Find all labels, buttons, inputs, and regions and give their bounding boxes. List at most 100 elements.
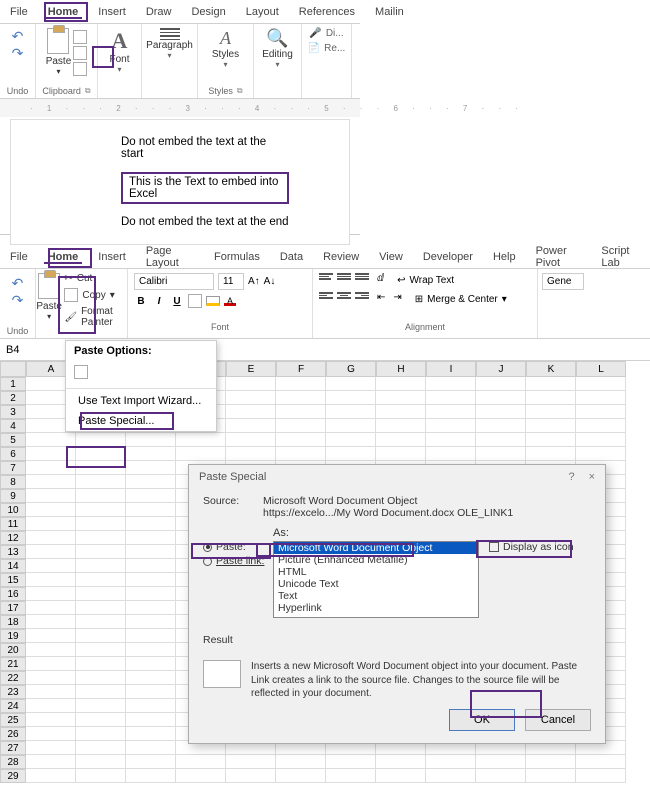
cell[interactable] bbox=[76, 447, 126, 461]
cell[interactable] bbox=[476, 769, 526, 783]
cell[interactable] bbox=[376, 433, 426, 447]
cell[interactable] bbox=[126, 671, 176, 685]
redo-icon[interactable]: ↷ bbox=[12, 292, 24, 309]
cell[interactable] bbox=[26, 671, 76, 685]
cell[interactable] bbox=[126, 727, 176, 741]
text-import-wizard-item[interactable]: Use Text Import Wizard... bbox=[66, 391, 216, 411]
tab-insert[interactable]: Insert bbox=[88, 6, 136, 18]
cell[interactable] bbox=[226, 447, 276, 461]
underline-button[interactable]: U bbox=[170, 296, 184, 307]
cell[interactable] bbox=[126, 489, 176, 503]
copy-button[interactable]: Copy ▾ bbox=[64, 288, 125, 302]
row-header[interactable]: 14 bbox=[0, 559, 26, 573]
cell[interactable] bbox=[26, 685, 76, 699]
col-header[interactable]: K bbox=[526, 361, 576, 377]
tab-page-layout[interactable]: Page Layout bbox=[136, 245, 204, 269]
cell[interactable] bbox=[526, 391, 576, 405]
cell[interactable] bbox=[526, 755, 576, 769]
merge-center-button[interactable]: ⊞Merge & Center ▾ bbox=[410, 292, 512, 307]
cell[interactable] bbox=[76, 433, 126, 447]
tab-design[interactable]: Design bbox=[181, 6, 235, 18]
tab-home[interactable]: Home bbox=[38, 6, 89, 18]
cell[interactable] bbox=[26, 699, 76, 713]
cell[interactable] bbox=[176, 755, 226, 769]
cell[interactable] bbox=[526, 377, 576, 391]
cell[interactable] bbox=[576, 377, 626, 391]
cell[interactable] bbox=[26, 531, 76, 545]
cell[interactable] bbox=[226, 377, 276, 391]
cancel-button[interactable]: Cancel bbox=[525, 709, 591, 731]
cell[interactable] bbox=[376, 769, 426, 783]
cell[interactable] bbox=[276, 391, 326, 405]
cell[interactable] bbox=[76, 517, 126, 531]
paste-radio[interactable]: Paste: bbox=[203, 541, 267, 553]
chevron-down-icon[interactable]: ▾ bbox=[275, 60, 279, 69]
cell[interactable] bbox=[326, 433, 376, 447]
cell[interactable] bbox=[126, 685, 176, 699]
cell[interactable] bbox=[176, 433, 226, 447]
cell[interactable] bbox=[76, 545, 126, 559]
indent-decrease-icon[interactable]: ⇤ bbox=[377, 292, 385, 307]
tab-view[interactable]: View bbox=[369, 251, 413, 263]
document-area[interactable]: Do not embed the text at the start This … bbox=[10, 119, 350, 245]
row-header[interactable]: 18 bbox=[0, 615, 26, 629]
cell[interactable] bbox=[426, 769, 476, 783]
reuse-icon[interactable]: 📄 bbox=[308, 43, 320, 54]
row-header[interactable]: 4 bbox=[0, 419, 26, 433]
row-header[interactable]: 23 bbox=[0, 685, 26, 699]
cell[interactable] bbox=[426, 755, 476, 769]
cell[interactable] bbox=[26, 517, 76, 531]
align-bottom-icon[interactable] bbox=[355, 273, 369, 288]
cell[interactable] bbox=[276, 377, 326, 391]
cell[interactable] bbox=[426, 419, 476, 433]
cell[interactable] bbox=[126, 629, 176, 643]
row-header[interactable]: 10 bbox=[0, 503, 26, 517]
cell[interactable] bbox=[26, 545, 76, 559]
col-header[interactable]: J bbox=[476, 361, 526, 377]
row-header[interactable]: 29 bbox=[0, 769, 26, 783]
increase-font-icon[interactable]: A↑ bbox=[248, 276, 260, 287]
decrease-font-icon[interactable]: A↓ bbox=[264, 276, 276, 287]
cell[interactable] bbox=[126, 545, 176, 559]
cell[interactable] bbox=[326, 391, 376, 405]
row-header[interactable]: 9 bbox=[0, 489, 26, 503]
cell[interactable] bbox=[226, 769, 276, 783]
number-format-select[interactable]: Gene bbox=[542, 273, 584, 290]
cell[interactable] bbox=[26, 755, 76, 769]
cell[interactable] bbox=[126, 615, 176, 629]
cell[interactable] bbox=[226, 391, 276, 405]
tab-developer[interactable]: Developer bbox=[413, 251, 483, 263]
italic-button[interactable]: I bbox=[152, 296, 166, 307]
cell[interactable] bbox=[126, 587, 176, 601]
chevron-down-icon[interactable]: ▾ bbox=[47, 312, 51, 321]
tab-file-excel[interactable]: File bbox=[0, 251, 38, 263]
col-header[interactable]: I bbox=[426, 361, 476, 377]
cell[interactable] bbox=[26, 741, 76, 755]
tab-draw[interactable]: Draw bbox=[136, 6, 182, 18]
cell[interactable] bbox=[26, 769, 76, 783]
list-item[interactable]: Microsoft Word Document Object bbox=[274, 542, 478, 554]
cell[interactable] bbox=[576, 419, 626, 433]
cell[interactable] bbox=[126, 517, 176, 531]
cell[interactable] bbox=[126, 769, 176, 783]
fill-color-button[interactable] bbox=[206, 296, 220, 306]
cell[interactable] bbox=[26, 461, 76, 475]
cell[interactable] bbox=[76, 615, 126, 629]
row-header[interactable]: 26 bbox=[0, 727, 26, 741]
cell[interactable] bbox=[476, 405, 526, 419]
row-header[interactable]: 7 bbox=[0, 461, 26, 475]
cell[interactable] bbox=[26, 587, 76, 601]
cell[interactable] bbox=[76, 671, 126, 685]
cell[interactable] bbox=[526, 433, 576, 447]
align-center-icon[interactable] bbox=[337, 292, 351, 307]
cell[interactable] bbox=[76, 461, 126, 475]
cell[interactable] bbox=[26, 489, 76, 503]
cell[interactable] bbox=[526, 447, 576, 461]
paste-button[interactable]: Paste ▾ bbox=[46, 28, 72, 76]
cell[interactable] bbox=[476, 447, 526, 461]
cell[interactable] bbox=[26, 657, 76, 671]
cell[interactable] bbox=[376, 377, 426, 391]
row-header[interactable]: 12 bbox=[0, 531, 26, 545]
list-item[interactable]: Text bbox=[274, 590, 478, 602]
row-header[interactable]: 11 bbox=[0, 517, 26, 531]
